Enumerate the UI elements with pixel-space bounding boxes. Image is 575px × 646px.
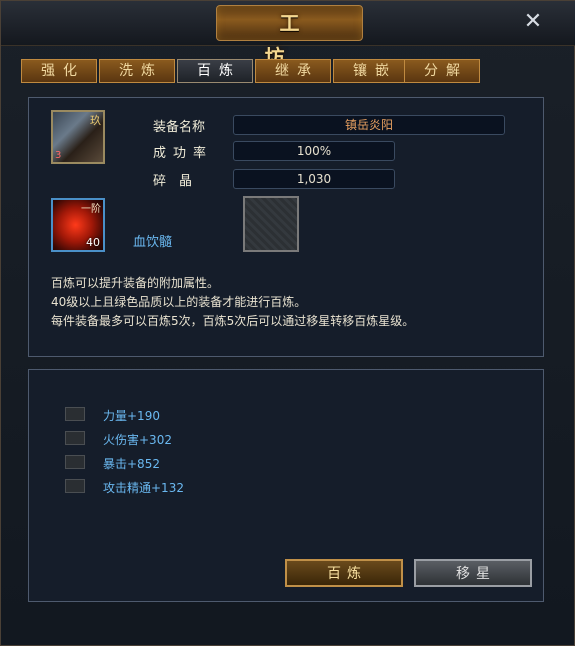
tab-decompose[interactable]: 分解 [404,59,480,83]
material-count: 40 [86,236,100,249]
equipment-corner-label: 玖 [90,114,101,127]
attribute-checkbox[interactable] [65,407,85,421]
title-plaque: 工 坊 [216,5,363,69]
tab-refine-wash[interactable]: 洗炼 [99,59,175,83]
tab-strengthen[interactable]: 强化 [21,59,97,83]
attribute-label: 力量+190 [103,409,160,423]
equipment-level-label: 3 [55,150,62,161]
tab-inherit[interactable]: 继承 [255,59,331,83]
material-tier-label: 一阶 [81,204,101,215]
attribute-label: 暴击+852 [103,457,160,471]
shard-value: 1,030 [233,169,395,189]
material-slot[interactable]: 一阶 40 [51,198,105,252]
window-title: 工 坊 [264,11,330,69]
equipment-slot[interactable]: 玖 3 [51,110,105,164]
title-bar[interactable]: 工 坊 ✕ [1,1,575,69]
workshop-window: 工 坊 ✕ 强化 洗炼 百炼 继承 镶嵌 分解 玖 3 装备名称 镇岳炎阳 成功… [0,0,575,646]
tab-inlay[interactable]: 镶嵌 [333,59,409,83]
result-slot[interactable] [243,196,299,252]
refine-info-panel: 玖 3 装备名称 镇岳炎阳 成功率 100% 碎 晶 1,030 一阶 40 血… [28,97,544,357]
attribute-label: 攻击精通+132 [103,481,184,495]
success-rate-value: 100% [233,141,395,161]
close-button[interactable]: ✕ [520,9,546,35]
attribute-label: 火伤害+302 [103,433,172,447]
description-line-2: 40级以上且绿色品质以上的装备才能进行百炼。 [51,295,307,309]
description-line-3: 每件装备最多可以百炼5次，百炼5次后可以通过移星转移百炼星级。 [51,314,415,328]
attribute-checkbox[interactable] [65,455,85,469]
close-icon: ✕ [523,9,543,34]
attribute-checkbox[interactable] [65,431,85,445]
material-name: 血饮髓 [133,235,173,250]
equipment-name-label: 装备名称 [153,120,206,135]
equipment-name-value: 镇岳炎阳 [233,115,505,135]
tab-hundred-refine[interactable]: 百炼 [177,59,253,83]
shard-label: 碎 晶 [153,174,193,189]
refine-button[interactable]: 百炼 [285,559,403,587]
move-star-button[interactable]: 移星 [414,559,532,587]
description-line-1: 百炼可以提升装备的附加属性。 [51,276,220,290]
success-rate-label: 成功率 [153,146,214,161]
attribute-checkbox[interactable] [65,479,85,493]
